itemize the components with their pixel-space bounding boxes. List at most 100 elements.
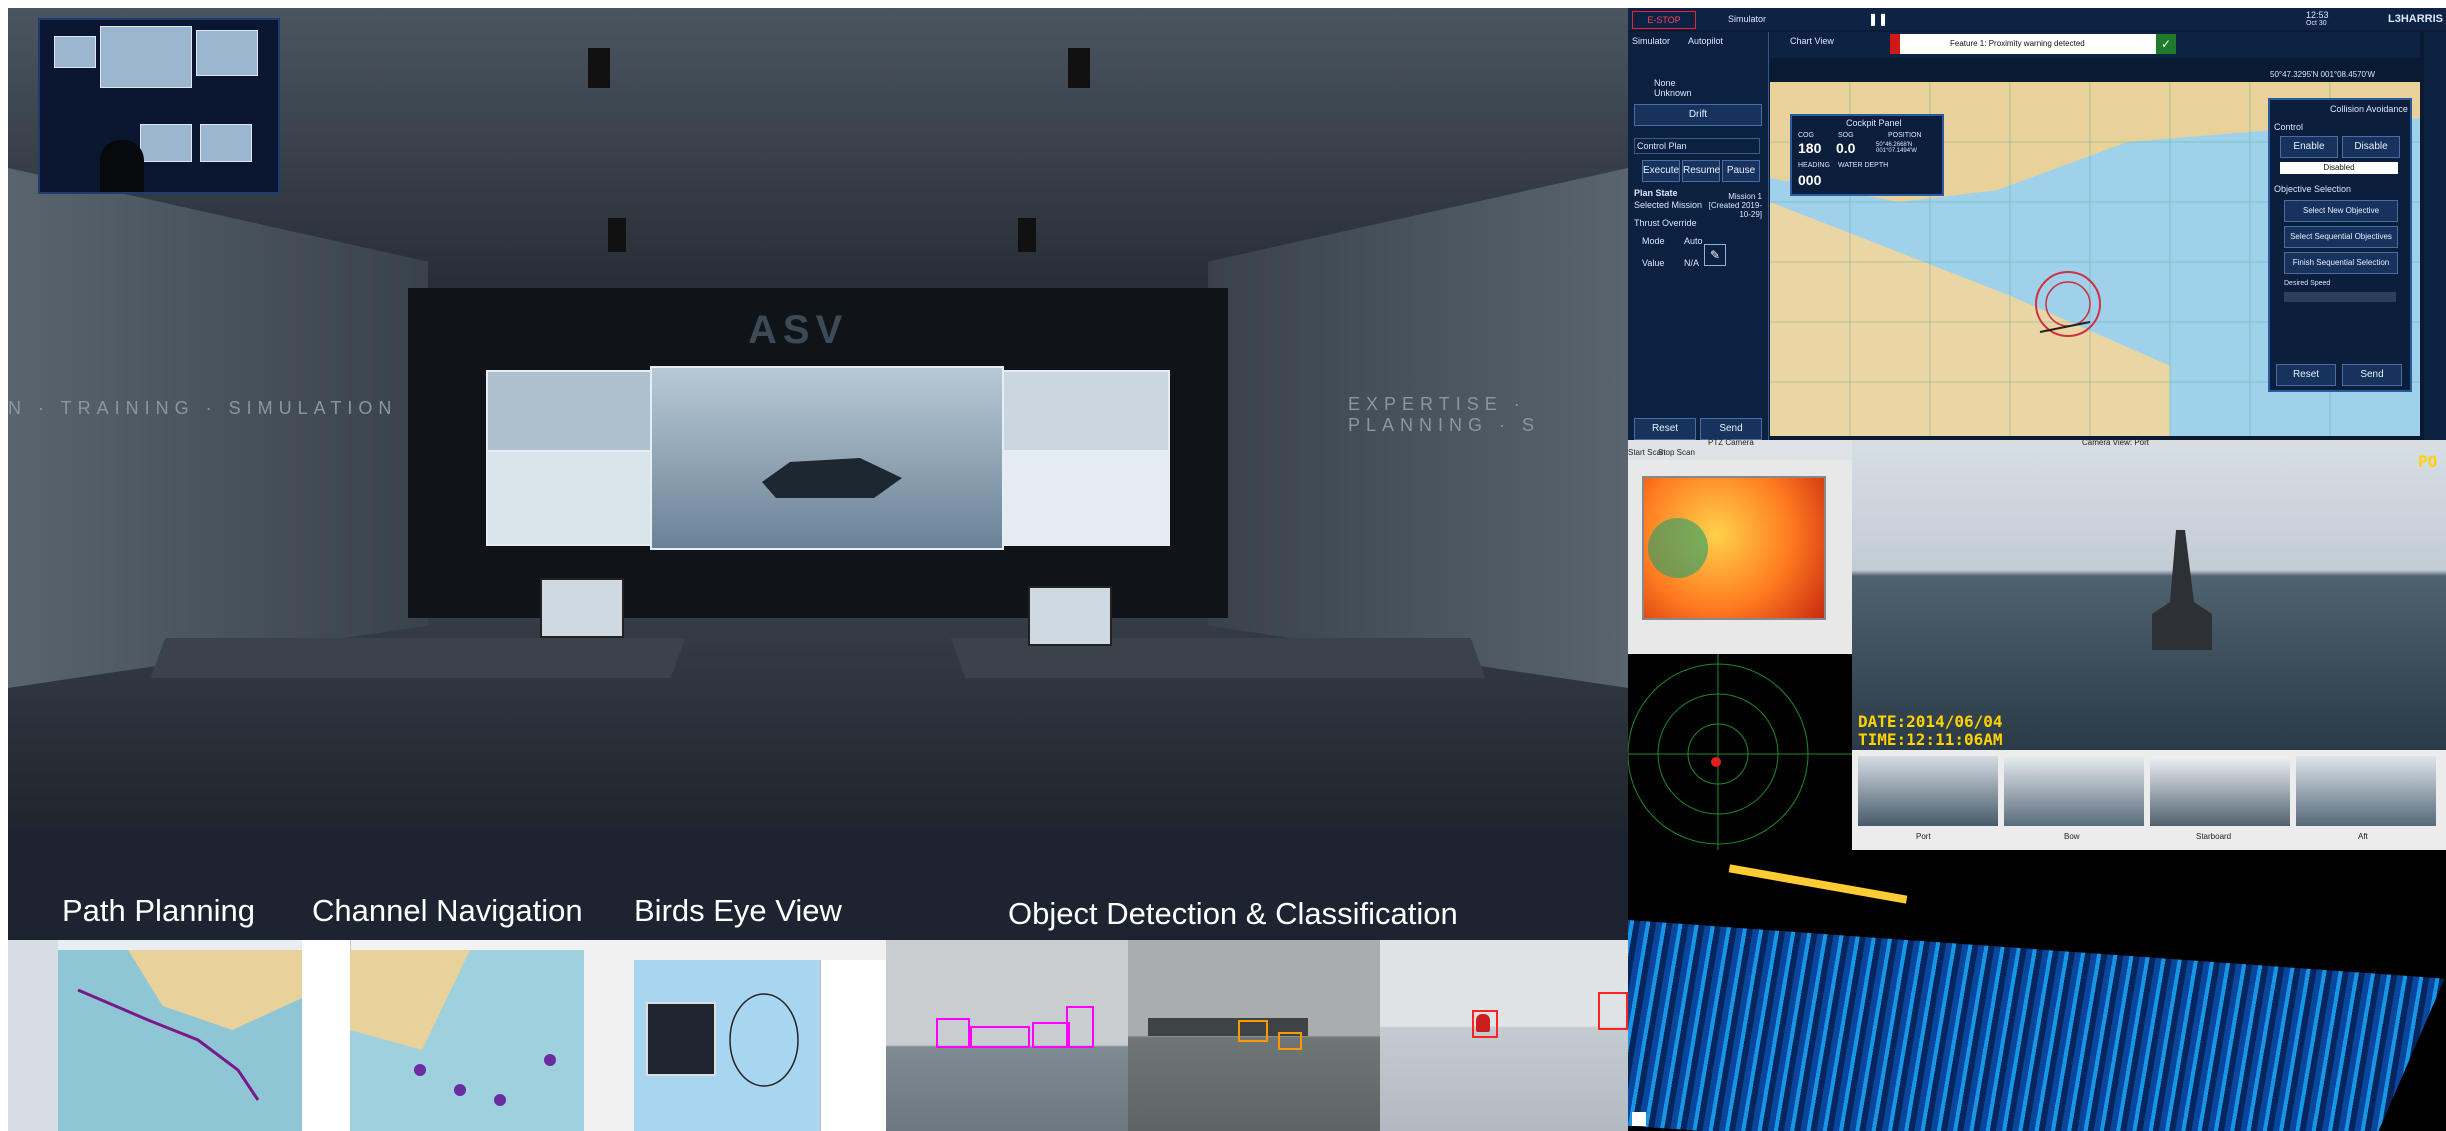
caption-object-detection: Object Detection & Classification (1008, 896, 1458, 931)
thumb-aft-image[interactable] (2296, 756, 2436, 826)
boat-silhouette (762, 458, 902, 498)
workstation-desk (150, 638, 686, 678)
camera-corner-label: PO (2418, 452, 2438, 471)
back-wall-logo: ASV (748, 308, 849, 352)
detection-box (1472, 1010, 1498, 1038)
right-toolbar (2424, 32, 2446, 440)
detection-box (1066, 1006, 1094, 1048)
select-new-objective-button[interactable]: Select New Objective (2284, 200, 2398, 222)
thumb-starboard-image[interactable] (2150, 756, 2290, 826)
heading-value: 000 (1798, 172, 1822, 188)
left-toolbar (8, 940, 58, 1131)
estop-button[interactable]: E-STOP (1632, 11, 1696, 29)
collision-send-button[interactable]: Send (2342, 364, 2402, 386)
sog-value: 0.0 (1836, 140, 1856, 156)
unknown-label: Unknown (1654, 88, 1692, 98)
control-plan-select[interactable]: Control Plan (1634, 138, 1760, 154)
cog-value: 180 (1798, 140, 1822, 156)
brand-logo: L3HARRIS (2388, 13, 2444, 25)
spotlight (1068, 48, 1090, 88)
thumb-port-image[interactable] (1858, 756, 1998, 826)
camera-view-titlebar: Camera View: Port (1852, 438, 2446, 450)
cockpit-panel-title: Cockpit Panel (1846, 118, 1902, 128)
selected-mission-value: Mission 1 [Created 2019-10-29] (1708, 192, 1762, 219)
thumb-port-label: Port (1916, 832, 1931, 841)
birds-eye-camera-tile (646, 1002, 716, 1076)
top-bar: E-STOP Simulator ❚❚ 12:53 Oct 30 L3HARRI… (1628, 8, 2446, 30)
send-button[interactable]: Send (1700, 418, 1762, 440)
detection-frame-2 (1128, 940, 1380, 1131)
inset-monitor (54, 36, 96, 68)
camera-view-title: Camera View: Port (2082, 438, 2149, 447)
desk-monitor (540, 578, 624, 638)
video-wall-screen (486, 370, 652, 454)
caption-path-planning: Path Planning (62, 893, 256, 928)
value-field-value: N/A (1684, 258, 1700, 268)
selected-mission-label: Selected Mission (1634, 200, 1703, 210)
value-field-label: Value (1642, 258, 1665, 268)
edit-pencil-icon[interactable]: ✎ (1704, 244, 1726, 266)
sog-label: SOG (1838, 132, 1854, 139)
position-value: 50°46.2668'N 001°07.1494'W (1876, 142, 1917, 154)
ptz-title: PTZ Camera (1708, 438, 1754, 447)
tab-autopilot[interactable]: Autopilot (1688, 36, 1723, 46)
drift-button[interactable]: Drift (1634, 104, 1762, 126)
resume-button[interactable]: Resume (1682, 160, 1720, 182)
desired-speed-slider[interactable] (2284, 292, 2396, 302)
lidar-pier-highlight (1728, 864, 1908, 904)
thumb-bow-label: Bow (2064, 832, 2080, 841)
alert-flag-icon (1890, 34, 1900, 54)
desired-speed-label: Desired Speed (2284, 280, 2331, 287)
detection-box (1598, 992, 1628, 1030)
camera-ui-screenshot: PTZ Camera Start Scan Stop Scan Camera V… (1627, 438, 2446, 850)
reset-button[interactable]: Reset (1634, 418, 1696, 440)
execute-button[interactable]: Execute (1642, 160, 1680, 182)
mode-field-value: Auto (1684, 236, 1703, 246)
lidar-point-cloud (1628, 850, 2446, 1131)
video-wall-screen (1002, 450, 1170, 546)
left-wall-text: N · TRAINING · SIMULATION (8, 398, 398, 418)
color-camera-feed: DATE:2014/06/04 TIME:12:11:06AM PO (1852, 450, 2446, 750)
finish-sequential-button[interactable]: Finish Sequential Selection (2284, 252, 2398, 274)
disable-button[interactable]: Disable (2342, 136, 2400, 158)
none-label: None (1654, 78, 1676, 88)
path-planning-thumbnail (8, 940, 302, 1131)
mode-label: Simulator (1728, 14, 1767, 24)
chart-view-header: Chart View Feature 1: Proximity warning … (1770, 32, 2420, 58)
spotlight (588, 48, 610, 88)
video-wall-screen (486, 450, 652, 546)
control-label: Control (2274, 122, 2304, 132)
radar-display (1627, 654, 1852, 850)
detection-box (1238, 1020, 1268, 1042)
pause-button[interactable]: Pause (1722, 160, 1760, 182)
enable-button[interactable]: Enable (2280, 136, 2338, 158)
thumb-bow-image[interactable] (2004, 756, 2144, 826)
time-overlay: TIME:12:11:06AM (1858, 730, 2003, 749)
alert-text: Feature 1: Proximity warning detected (1950, 39, 2085, 48)
oil-rig (2152, 530, 2212, 650)
thrust-override-label: Thrust Override (1634, 218, 1697, 228)
acknowledge-check-icon[interactable]: ✓ (2156, 34, 2176, 54)
tab-chart-view[interactable]: Chart View (1790, 36, 1834, 46)
detection-box (970, 1026, 1030, 1048)
cog-label: COG (1798, 132, 1814, 139)
mode-field-label: Mode (1642, 236, 1665, 246)
pause-icon[interactable]: ❚❚ (1868, 12, 1888, 26)
inset-monitor (140, 124, 192, 162)
lidar-seabed-scan (1628, 920, 2445, 1131)
hero-room-photo: N · TRAINING · SIMULATION EXPERTISE · PL… (8, 8, 1628, 828)
operator-silhouette (100, 140, 144, 192)
ptz-toolbar: PTZ Camera Start Scan Stop Scan (1628, 438, 1852, 460)
tab-simulator[interactable]: Simulator (1632, 36, 1670, 46)
video-wall-boat-screen (650, 366, 1004, 550)
channel-waypoints (414, 1054, 556, 1106)
collision-reset-button[interactable]: Reset (2276, 364, 2336, 386)
stop-scan-button[interactable]: Stop Scan (1658, 448, 1695, 457)
water-depth-label: WATER DEPTH (1838, 162, 1889, 169)
detection-frame-1 (886, 940, 1128, 1131)
collision-tab[interactable]: Collision Avoidance (2330, 104, 2408, 114)
axis-gizmo-icon (1632, 1112, 1646, 1126)
select-sequential-button[interactable]: Select Sequential Objectives (2284, 226, 2398, 248)
camera-thumbnails-strip: Port Bow Starboard Aft (1852, 750, 2446, 850)
detection-box (936, 1018, 970, 1048)
